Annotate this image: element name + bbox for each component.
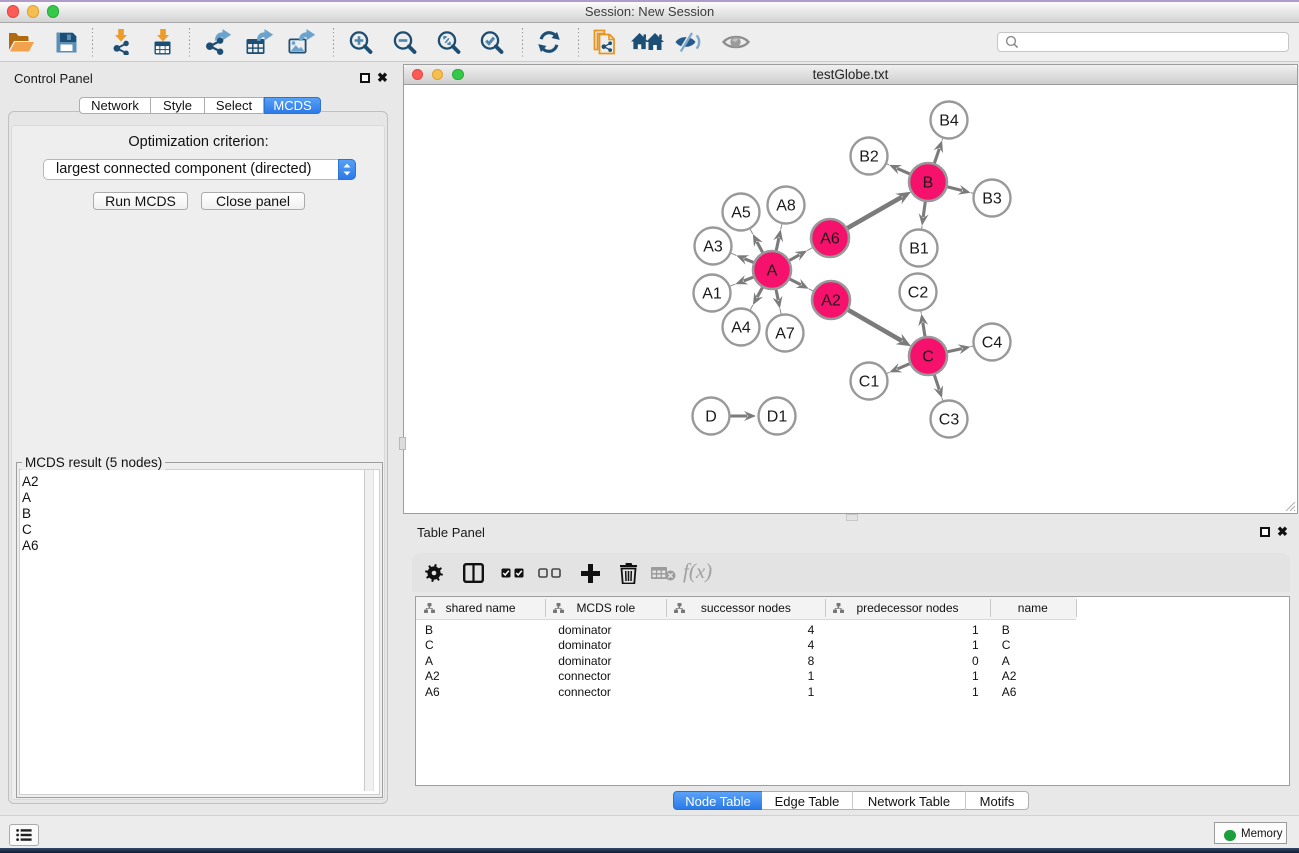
svg-text:C2: C2	[908, 285, 929, 302]
svg-text:A5: A5	[731, 205, 751, 222]
svg-text:A3: A3	[703, 239, 723, 256]
svg-text:B3: B3	[982, 191, 1002, 208]
svg-text:B4: B4	[939, 113, 959, 130]
svg-text:A: A	[767, 263, 778, 280]
svg-text:A2: A2	[821, 293, 841, 310]
svg-text:C: C	[922, 349, 934, 366]
svg-text:D: D	[705, 409, 717, 426]
svg-text:A1: A1	[702, 286, 722, 303]
svg-text:B1: B1	[909, 241, 929, 258]
svg-text:A4: A4	[731, 320, 751, 337]
svg-text:B: B	[923, 175, 934, 192]
svg-text:A6: A6	[820, 231, 840, 248]
svg-text:B2: B2	[859, 149, 879, 166]
svg-text:A8: A8	[776, 198, 796, 215]
svg-text:C1: C1	[859, 374, 880, 391]
svg-text:C3: C3	[939, 412, 960, 429]
svg-text:D1: D1	[767, 409, 788, 426]
svg-text:C4: C4	[982, 335, 1003, 352]
svg-text:A7: A7	[775, 326, 795, 343]
